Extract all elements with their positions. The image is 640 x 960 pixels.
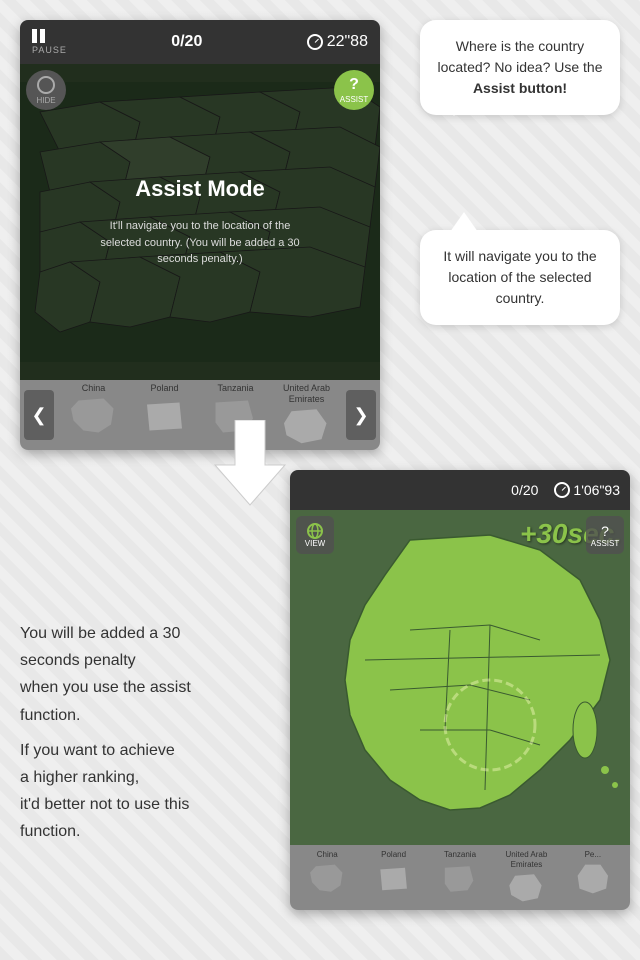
country-name-uae: United Arab Emirates — [273, 383, 340, 405]
text-line-2: seconds penalty — [20, 652, 136, 669]
bottom-country-thumbnails: China Poland Tanzania United Arab Emirat… — [294, 850, 626, 904]
bottom-timer-value: 1'06"93 — [573, 482, 620, 498]
bottom-assist-label: ASSIST — [591, 539, 619, 548]
explanation-text: You will be added a 30 seconds penalty w… — [20, 620, 270, 846]
text-line-3: when you use the assist — [20, 679, 191, 696]
pause-label: PAUSE — [32, 45, 67, 55]
africa-map-svg — [290, 510, 630, 845]
poland-shape — [140, 397, 190, 437]
view-label: VIEW — [305, 539, 325, 548]
bottom-map-screenshot: 0/20 1'06"93 — [290, 470, 630, 910]
list-item[interactable]: Tanzania — [429, 850, 491, 904]
bottom-uae-shape — [507, 873, 545, 905]
assist-button[interactable]: ? ASSIST — [334, 70, 374, 110]
assist-mode-overlay: Assist Mode It'll navigate you to the lo… — [20, 64, 380, 380]
text-line-5: If you want to achieve — [20, 742, 175, 759]
explanation-paragraph-1: You will be added a 30 seconds penalty w… — [20, 620, 270, 729]
score-display: 0/20 — [171, 33, 202, 51]
bottom-map-body: +30sec. VIEW ? ASSIST — [290, 510, 630, 845]
bottom-assist-icon: ? — [601, 523, 609, 539]
bottom-poland-shape — [375, 863, 413, 895]
country-name-china: China — [82, 383, 106, 394]
assist-label: ASSIST — [340, 95, 368, 104]
list-item[interactable]: Poland — [131, 383, 198, 448]
globe-icon — [305, 523, 325, 539]
pause-button[interactable]: PAUSE — [32, 29, 67, 55]
list-item[interactable]: China — [60, 383, 127, 448]
view-button[interactable]: VIEW — [296, 516, 334, 554]
bottom-timer-display: 1'06"93 — [554, 482, 620, 498]
bottom-uae-label: United Arab Emirates — [495, 850, 557, 869]
bottom-map-header: 0/20 1'06"93 — [290, 470, 630, 510]
china-shape — [69, 397, 119, 437]
nav-left-arrow[interactable]: ❮ — [24, 390, 54, 440]
explanation-paragraph-2: If you want to achieve a higher ranking,… — [20, 737, 270, 846]
bottom-score-display: 0/20 — [511, 482, 538, 498]
bottom-pe-shape — [574, 863, 612, 895]
list-item[interactable]: Poland — [362, 850, 424, 904]
text-line-6: a higher ranking, — [20, 769, 139, 786]
bottom-tanzania-label: Tanzania — [444, 850, 476, 860]
country-name-tanzania: Tanzania — [217, 383, 253, 394]
bottom-china-shape — [308, 863, 346, 895]
down-arrow-icon — [200, 420, 300, 510]
text-line-8: function. — [20, 823, 80, 840]
bottom-pe-label: Pe... — [585, 850, 601, 860]
speech-bubble-1: Where is the country located? No idea? U… — [420, 20, 620, 115]
speech-bubble-2: It will navigate you to the location of … — [420, 230, 620, 325]
list-item[interactable]: China — [296, 850, 358, 904]
text-line-4: function. — [20, 707, 80, 724]
timer-icon — [307, 34, 323, 50]
pause-icon — [32, 29, 45, 43]
bottom-timer-icon — [554, 482, 570, 498]
countries-bar-bottom: China Poland Tanzania United Arab Emirat… — [290, 845, 630, 910]
top-map-body: HIDE ? ASSIST Assist Mode It'll navigate… — [20, 64, 380, 380]
bottom-poland-label: Poland — [381, 850, 406, 860]
bottom-tanzania-shape — [441, 863, 479, 895]
assist-icon: ? — [349, 76, 359, 94]
nav-right-arrow[interactable]: ❯ — [346, 390, 376, 440]
list-item[interactable]: United Arab Emirates — [495, 850, 557, 904]
hide-icon — [37, 76, 55, 94]
main-container: PAUSE 0/20 22"88 — [0, 0, 640, 960]
bottom-assist-button[interactable]: ? ASSIST — [586, 516, 624, 554]
assist-title: Assist Mode — [135, 176, 265, 202]
bottom-china-label: China — [317, 850, 338, 860]
hide-button[interactable]: HIDE — [26, 70, 66, 110]
text-line-7: it'd better not to use this — [20, 796, 189, 813]
assist-description: It'll navigate you to the location of th… — [100, 218, 300, 268]
timer-value: 22"88 — [327, 33, 368, 51]
down-arrow-container — [200, 420, 300, 515]
top-map-screenshot: PAUSE 0/20 22"88 — [20, 20, 380, 450]
country-name-poland: Poland — [150, 383, 178, 394]
list-item[interactable]: Pe... — [562, 850, 624, 904]
top-map-header: PAUSE 0/20 22"88 — [20, 20, 380, 64]
timer-display: 22"88 — [307, 33, 368, 51]
hide-label: HIDE — [36, 96, 55, 105]
text-line-1: You will be added a 30 — [20, 625, 180, 642]
bubble-2-text: It will navigate you to the location of … — [436, 246, 604, 309]
bubble-1-text: Where is the country located? No idea? U… — [436, 36, 604, 99]
